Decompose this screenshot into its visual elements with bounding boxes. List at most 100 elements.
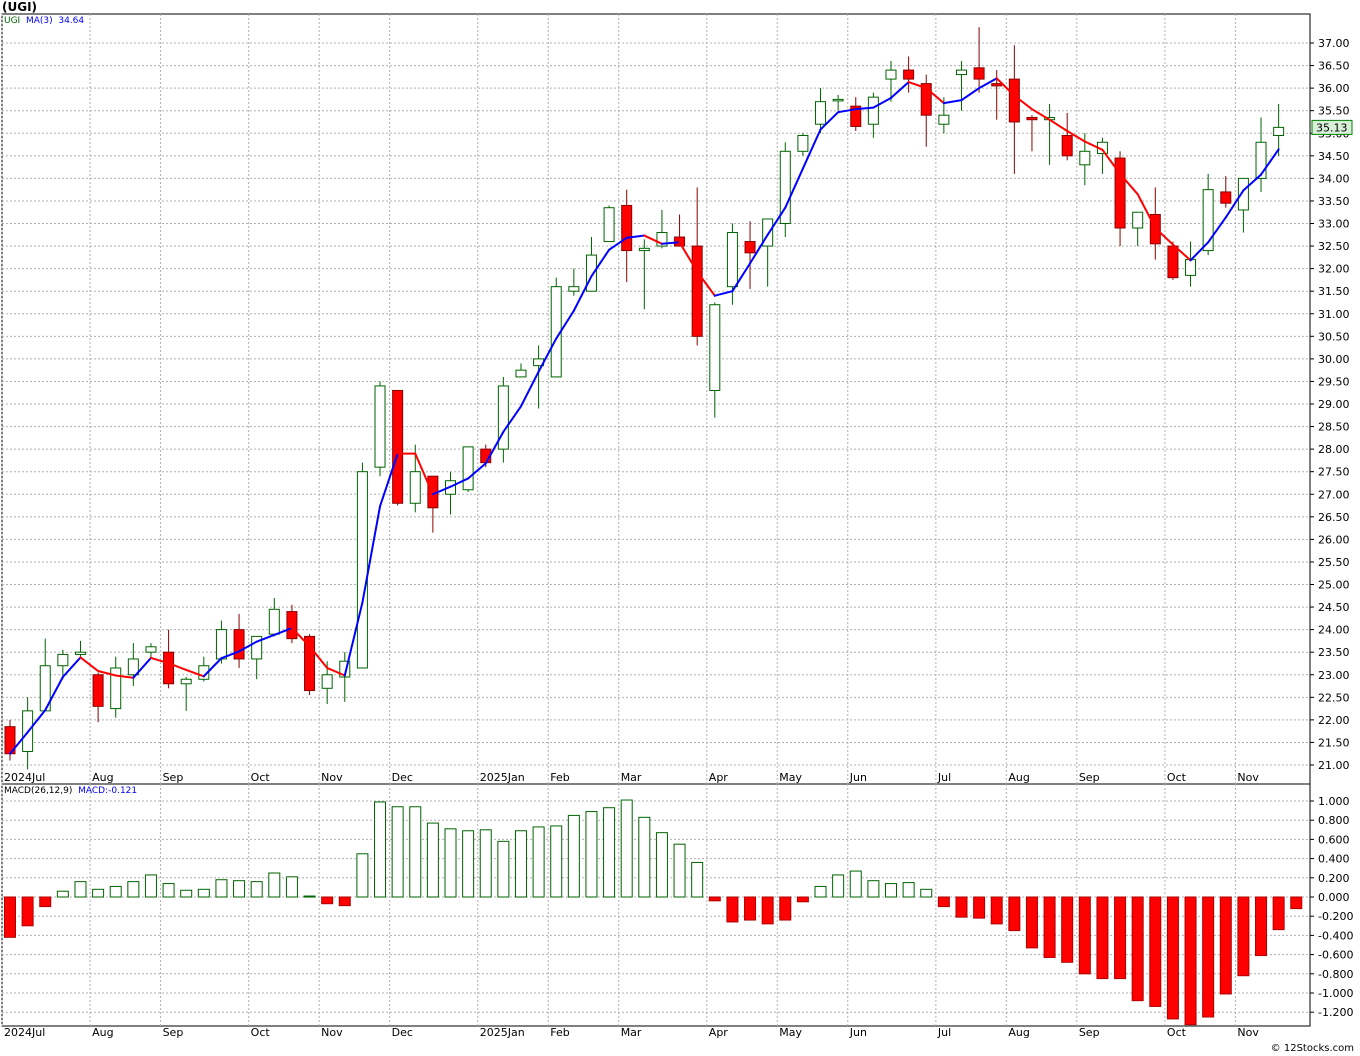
macd-x-tick-label: Nov [1237,1026,1259,1039]
macd-x-tick-label: Mar [621,1026,642,1039]
macd-bar [56,890,69,898]
candle-body [1061,135,1073,157]
macd-bar [990,896,1003,925]
candle-body [180,678,192,685]
macd-bar [1202,896,1215,1018]
price-y-tick-label: 25.50 [1318,556,1350,569]
candle-body [638,247,650,252]
candle-body [815,101,827,125]
price-x-tick-label: Sep [1079,771,1100,784]
candle-body [392,389,404,504]
macd-y-tick-label: -0.600 [1318,949,1353,962]
price-x-tick-label: Dec [392,771,413,784]
price-y-tick-label: 31.00 [1318,308,1350,321]
candle-body [955,69,967,76]
macd-bar [832,874,845,898]
price-x-tick-label: Jul [937,771,951,784]
macd-y-tick-label: -0.200 [1318,910,1353,923]
ma-line-segment [942,99,963,105]
ma-line-segment [960,87,981,102]
macd-bar [303,895,316,898]
macd-bar [867,880,880,898]
macd-x-tick-label: Aug [1008,1026,1029,1039]
macd-y-tick-label: -1.000 [1318,987,1353,1000]
price-x-tick-label: Aug [92,771,113,784]
candle-body [709,304,721,391]
macd-x-tick-label: Sep [1079,1026,1100,1039]
macd-bar [708,896,721,902]
macd-bar [638,816,651,898]
macd-bar [920,888,933,898]
macd-bar [233,880,246,898]
macd-bar [1149,896,1162,1007]
macd-bar [1096,896,1109,980]
macd-x-tick-label: Oct [1167,1026,1187,1039]
candle-body [832,98,844,102]
price-y-tick-label: 29.00 [1318,398,1350,411]
candle-body [1132,211,1144,229]
macd-bar [162,883,175,898]
price-y-tick-label: 33.50 [1318,195,1350,208]
price-x-tick-label: 2024Jul [4,771,45,784]
macd-bar [1008,896,1021,932]
price-y-tick-label: 27.00 [1318,488,1350,501]
macd-x-tick-label: Jul [937,1026,951,1039]
macd-bar [462,830,475,898]
price-y-tick-label: 30.00 [1318,353,1350,366]
price-x-tick-label: Mar [621,771,642,784]
price-y-tick-label: 32.50 [1318,240,1350,253]
candle-body [462,446,474,491]
candle-body [1167,245,1179,279]
price-x-tick-label: Nov [1237,771,1259,784]
macd-bar [567,814,580,898]
macd-bar [497,840,510,898]
ma-line-segment [1048,118,1069,132]
price-x-tick-label: Oct [1167,771,1187,784]
candle-body [797,135,809,152]
macd-bar [761,896,774,925]
macd-bar [127,881,140,898]
candle-body [409,471,421,504]
legend-ma-label: MA(3) [25,16,53,26]
candle-body [1273,126,1285,137]
price-y-tick-label: 21.50 [1318,736,1350,749]
macd-y-tick-label: 0.200 [1318,872,1350,885]
macd-bar [655,832,668,898]
macd-legend-value: MACD:-0.121 [78,786,138,796]
legend-ma-value: 34.64 [58,16,85,26]
macd-bar [691,861,704,898]
macd-bar [479,829,492,898]
macd-bar [814,885,827,898]
price-y-tick-label: 22.00 [1318,714,1350,727]
macd-bar [585,811,598,898]
macd-bar [109,885,122,898]
candle-body [215,629,227,660]
macd-x-tick-label: Oct [251,1026,271,1039]
price-x-tick-label: 2025Jan [480,771,525,784]
macd-bar [550,825,563,898]
macd-bar [4,896,16,938]
macd-bar [1184,896,1197,1026]
macd-bar [1025,896,1038,949]
macd-y-tick-label: 0.800 [1318,814,1350,827]
macd-bar [744,896,757,921]
price-y-tick-label: 23.00 [1318,669,1350,682]
price-y-tick-label: 36.50 [1318,60,1350,73]
macd-bar [1166,896,1179,1020]
candle-body [304,635,316,692]
price-y-tick-label: 24.50 [1318,601,1350,614]
macd-bar [603,807,616,898]
candle-body [233,629,245,660]
price-legend: UGI MA(3) 34.64 [4,16,84,26]
candle-body [885,69,897,80]
price-y-tick-label: 31.50 [1318,285,1350,298]
price-y-tick-label: 36.00 [1318,82,1350,95]
candle-body [867,96,879,125]
candle-body [286,611,298,640]
macd-bar [620,799,633,898]
macd-bar [1078,896,1091,975]
candle-body [163,651,175,685]
macd-legend-label: MACD(26,12,9) [4,786,73,796]
candle-body [903,69,915,80]
candle-body [585,254,597,292]
